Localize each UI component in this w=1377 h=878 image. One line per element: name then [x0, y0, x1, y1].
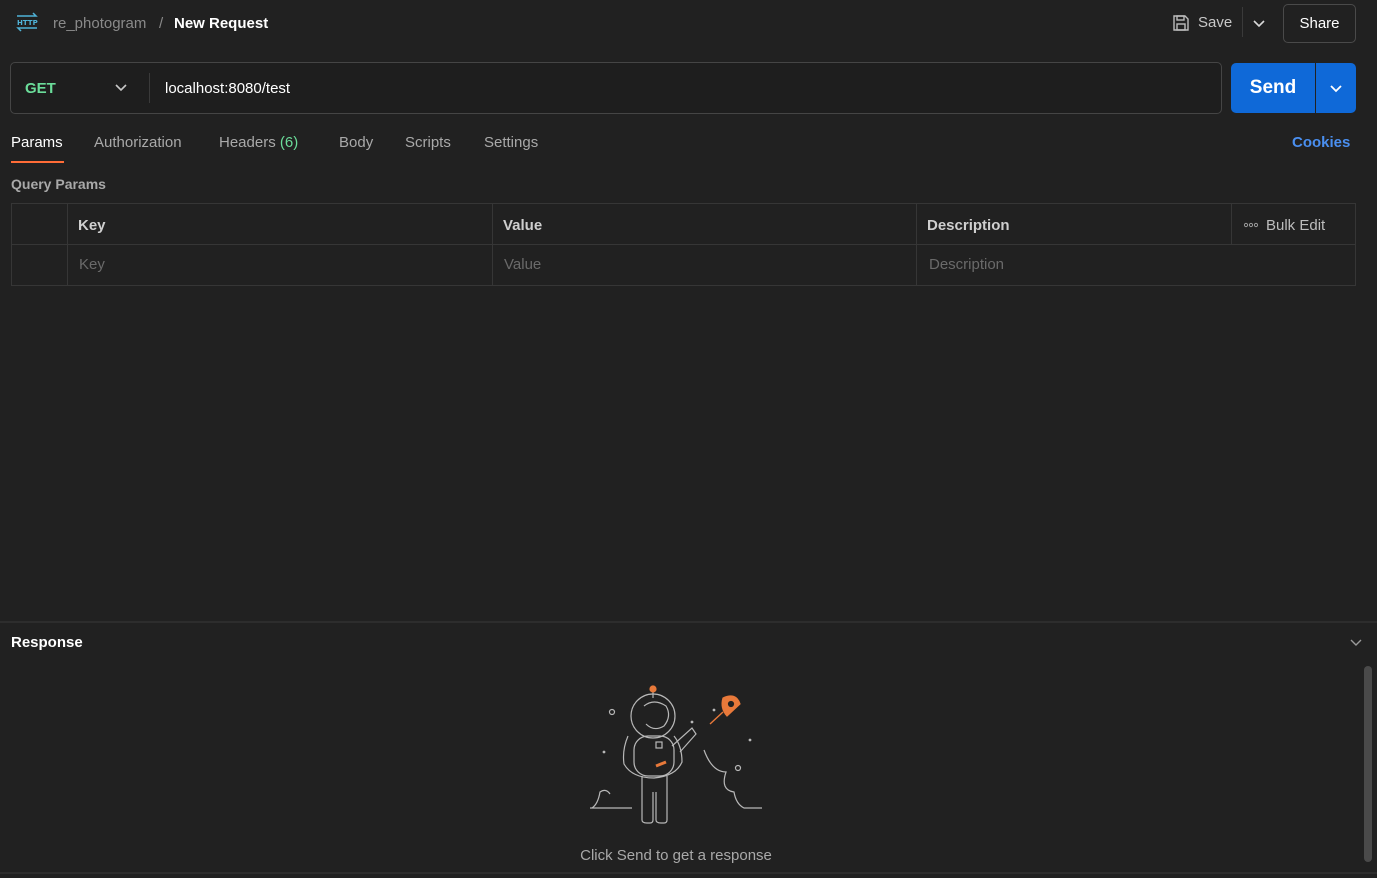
response-title: Response [11, 634, 83, 651]
tab-scripts[interactable]: Scripts [405, 134, 451, 151]
request-title[interactable]: New Request [174, 15, 268, 32]
breadcrumb-separator: / [159, 15, 164, 32]
response-scrollbar[interactable] [1364, 666, 1372, 862]
method-select[interactable]: GET [25, 80, 56, 97]
save-label: Save [1198, 14, 1233, 31]
column-header-value: Value [503, 217, 543, 234]
empty-response-message: Click Send to get a response [580, 847, 772, 864]
send-button[interactable]: Send [1231, 63, 1315, 113]
active-tab-indicator [11, 161, 64, 163]
save-button[interactable]: Save [1166, 6, 1242, 39]
save-icon [1173, 14, 1189, 31]
row-divider [12, 244, 1355, 245]
breadcrumb-collection[interactable]: re_photogram [53, 15, 146, 32]
cookies-link[interactable]: Cookies [1292, 134, 1350, 151]
column-header-key: Key [78, 217, 106, 234]
chevron-down-icon[interactable] [113, 79, 129, 95]
query-params-table: Key Value Description Bulk Edit Key Valu… [11, 203, 1356, 286]
tab-authorization[interactable]: Authorization [94, 134, 182, 151]
value-input[interactable]: Value [504, 256, 541, 273]
chevron-down-icon [1330, 85, 1342, 93]
save-options-button[interactable] [1246, 6, 1272, 39]
more-horizontal-icon [1244, 222, 1258, 228]
top-bar: HTTP re_photogram / New Request Save Sha… [0, 0, 1377, 46]
http-icon: HTTP [16, 12, 38, 32]
bulk-edit-label: Bulk Edit [1266, 216, 1326, 234]
column-header-description: Description [927, 217, 1010, 234]
headers-count-badge: (6) [279, 134, 299, 151]
tab-settings[interactable]: Settings [484, 134, 538, 151]
bulk-edit-button[interactable]: Bulk Edit [1244, 216, 1325, 234]
url-bar: GET localhost:8080/test [10, 62, 1222, 114]
query-params-title: Query Params [11, 176, 106, 192]
save-divider [1242, 7, 1243, 37]
chevron-down-icon [1253, 19, 1265, 27]
response-pane-divider[interactable] [0, 621, 1377, 623]
key-input[interactable]: Key [79, 256, 105, 273]
description-input[interactable]: Description [929, 256, 1004, 273]
column-divider [1231, 204, 1232, 244]
svg-text:HTTP: HTTP [17, 19, 38, 27]
tab-headers-label: Headers [219, 134, 276, 151]
send-options-button[interactable] [1316, 63, 1356, 113]
astronaut-rocket-illustration [590, 685, 762, 824]
tab-params[interactable]: Params [11, 134, 63, 151]
url-divider [149, 73, 150, 103]
url-input[interactable]: localhost:8080/test [165, 80, 290, 97]
tab-headers[interactable]: Headers (6) [219, 134, 298, 151]
tab-body[interactable]: Body [339, 134, 373, 151]
chevron-down-icon[interactable] [1348, 634, 1364, 650]
bottom-border [0, 872, 1377, 874]
share-button[interactable]: Share [1283, 4, 1356, 43]
